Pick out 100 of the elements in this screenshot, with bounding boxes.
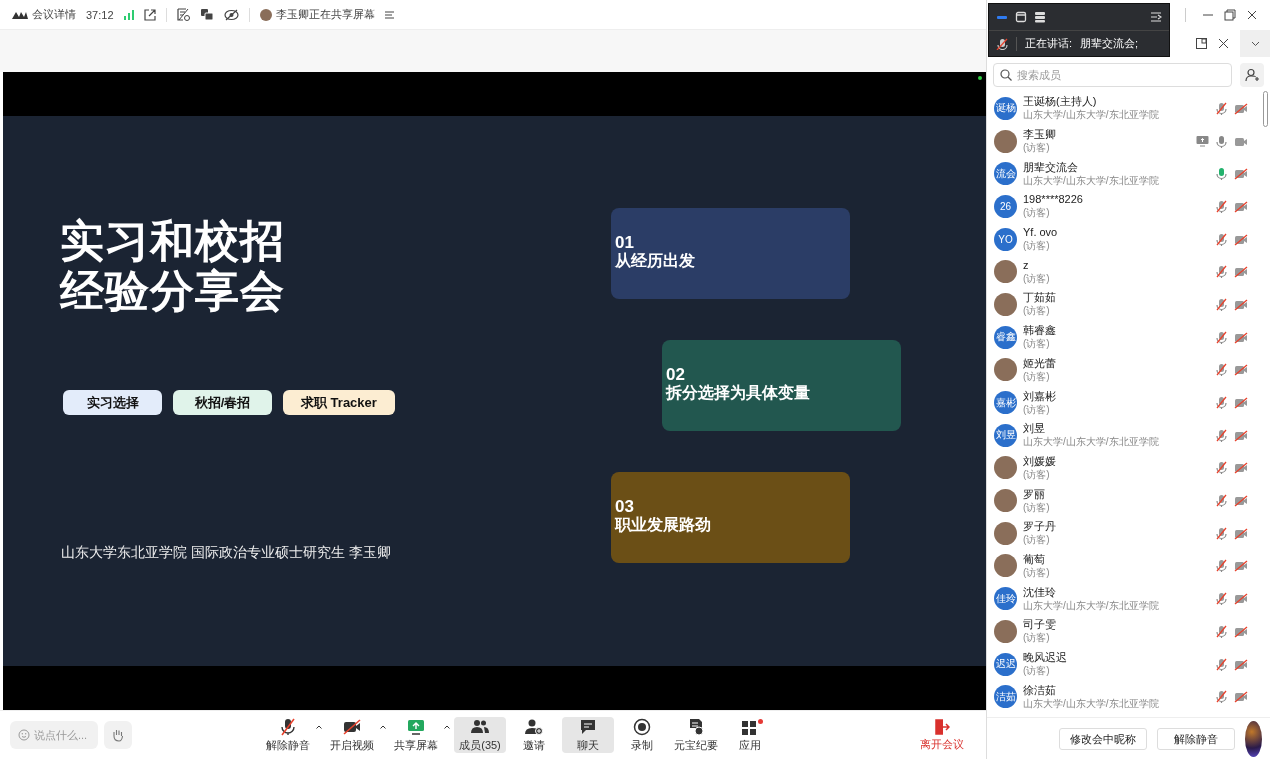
sharing-notice: 李玉卿正在共享屏幕 xyxy=(275,7,375,22)
member-name: 丁茹茹 xyxy=(1023,291,1057,305)
member-detail: (访客) xyxy=(1023,664,1051,678)
collapse-widget-button[interactable] xyxy=(1150,11,1162,23)
live-indicator-icon xyxy=(978,76,982,80)
member-name: 罗丽 xyxy=(1023,487,1046,501)
caret-icon xyxy=(444,725,450,729)
member-detail: 山东大学/山东大学/东北亚学院 xyxy=(1023,108,1160,122)
member-name: 罗子丹 xyxy=(1023,520,1057,534)
avatar: 嘉彬 xyxy=(994,391,1017,415)
member-name: 李玉卿 xyxy=(1023,128,1057,142)
popout-icon xyxy=(1196,38,1207,49)
toolbar-button[interactable]: 聊天 xyxy=(562,717,614,753)
raise-hand-button[interactable] xyxy=(104,721,132,749)
slide-tag: 秋招/春招 xyxy=(173,390,272,415)
hand-icon xyxy=(111,728,125,742)
toolbar-button[interactable]: 应用 xyxy=(724,717,776,753)
member-detail: (访客) xyxy=(1023,271,1051,285)
member-detail: 山东大学/山东大学/东北亚学院 xyxy=(1023,435,1160,449)
scrollbar-thumb[interactable] xyxy=(1263,91,1268,127)
member-row[interactable]: 罗子丹 (访客) xyxy=(987,516,1270,550)
mic-muted-icon xyxy=(996,37,1008,50)
annotation-icon[interactable] xyxy=(176,8,190,21)
section-number: 02 xyxy=(666,366,685,384)
slide-tag: 实习选择 xyxy=(63,390,162,415)
avatar: 诞杨 xyxy=(994,96,1017,120)
record-icon xyxy=(633,717,651,736)
member-detail: (访客) xyxy=(1023,533,1051,547)
member-row[interactable]: 刘媛媛 (访客) xyxy=(987,451,1270,485)
member-name: 刘昱 xyxy=(1023,422,1046,436)
member-name: 刘媛媛 xyxy=(1023,454,1057,468)
caret-icon xyxy=(380,725,386,729)
signal-icon xyxy=(123,9,134,20)
member-name: 韩睿鑫 xyxy=(1023,324,1057,338)
avatar: 流会 xyxy=(994,162,1017,186)
section-number: 01 xyxy=(615,234,634,252)
meeting-details-label[interactable]: 会议详情 xyxy=(32,7,76,22)
close-icon xyxy=(1218,38,1229,49)
translate-icon[interactable] xyxy=(199,8,214,21)
restore-icon xyxy=(1224,9,1236,21)
mic-muted-icon xyxy=(279,717,297,736)
avatar: 26 xyxy=(994,194,1017,218)
member-detail: (访客) xyxy=(1023,369,1051,383)
panel-button[interactable]: 修改会中昵称 xyxy=(1059,727,1147,750)
assistant-orb-icon[interactable] xyxy=(1245,720,1262,757)
member-row[interactable]: 罗丽 (访客) xyxy=(987,484,1270,517)
member-detail: (访客) xyxy=(1023,337,1051,351)
smiley-icon xyxy=(18,729,30,741)
member-detail: (访客) xyxy=(1023,239,1051,253)
list-view-button[interactable] xyxy=(1034,11,1046,23)
member-row[interactable]: z (访客) xyxy=(987,255,1270,289)
add-person-icon xyxy=(525,717,543,736)
member-row[interactable]: 葡萄 (访客) xyxy=(987,549,1270,583)
notification-dot-icon xyxy=(758,719,763,724)
screen-share-icon xyxy=(407,717,425,736)
popout-button[interactable] xyxy=(1196,36,1210,51)
add-member-button[interactable] xyxy=(1240,63,1264,87)
restore-button[interactable] xyxy=(1224,8,1238,22)
list-icon xyxy=(1034,11,1046,23)
member-row[interactable]: 26 198****8226 (访客) xyxy=(987,190,1270,223)
member-name: 司子雯 xyxy=(1023,618,1057,632)
chat-icon xyxy=(579,717,597,736)
caret-icon xyxy=(316,725,322,729)
member-row[interactable]: 丁茹茹 (访客) xyxy=(987,288,1270,321)
hide-icon[interactable] xyxy=(223,8,239,21)
exit-icon xyxy=(934,718,950,735)
slide-title: 实习和校招 经验分享会 xyxy=(60,216,285,316)
member-detail: 山东大学/山东大学/东北亚学院 xyxy=(1023,598,1160,612)
toolbar-button[interactable]: 开启视频 xyxy=(326,717,378,753)
toolbar-button[interactable]: 元宝纪要 xyxy=(670,717,722,753)
menu-icon[interactable] xyxy=(384,10,394,19)
member-name: 徐洁茹 xyxy=(1023,683,1057,697)
people-icon xyxy=(471,717,489,736)
speaker-name: 朋辈交流会; xyxy=(1080,36,1139,51)
panel-button[interactable]: 解除静音 xyxy=(1157,727,1235,750)
toolbar-button[interactable]: 录制 xyxy=(616,717,668,753)
speaking-label: 正在讲话: xyxy=(1025,36,1073,51)
member-name: 晚风迟迟 xyxy=(1023,651,1068,665)
member-name: 沈佳玲 xyxy=(1023,585,1057,599)
meeting-timer: 37:12 xyxy=(86,8,114,21)
external-link-icon[interactable] xyxy=(143,8,156,21)
slide-tag: 求职 Tracker xyxy=(283,390,395,415)
member-row[interactable]: 司子雯 (访客) xyxy=(987,615,1270,648)
member-name: 刘嘉彬 xyxy=(1023,389,1057,403)
window-view-button[interactable] xyxy=(1015,11,1027,23)
member-row[interactable]: 姬光蕾 (访客) xyxy=(987,353,1270,387)
member-detail: 山东大学/山东大学/东北亚学院 xyxy=(1023,696,1160,710)
avatar: 睿鑫 xyxy=(994,325,1017,349)
avatar: 迟迟 xyxy=(994,652,1017,676)
window-icon xyxy=(1015,11,1027,23)
toolbar-button[interactable]: 邀请 xyxy=(508,717,560,753)
member-detail: (访客) xyxy=(1023,565,1051,579)
section-title: 职业发展路劲 xyxy=(615,516,711,534)
search-icon xyxy=(1000,69,1012,81)
member-row[interactable]: 李玉卿 (访客) xyxy=(987,124,1270,158)
toolbar-button[interactable]: 共享屏幕 xyxy=(390,717,442,753)
add-person-icon xyxy=(1245,68,1259,82)
toolbar-button[interactable]: 解除静音 xyxy=(262,717,314,753)
toolbar-button[interactable]: 成员(35) xyxy=(454,717,506,753)
leave-meeting-button[interactable]: 离开会议 xyxy=(914,717,970,753)
